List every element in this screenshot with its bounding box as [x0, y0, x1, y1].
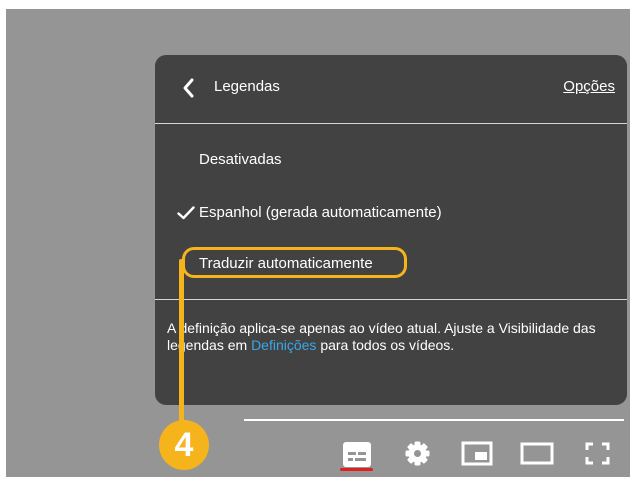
menu-item-label: Desativadas: [199, 151, 282, 168]
subtitles-menu: Legendas Opções Desativadas Espanhol (ge…: [155, 55, 627, 405]
gear-icon: [405, 441, 430, 466]
footer-divider: [155, 299, 627, 300]
settings-button[interactable]: [404, 440, 431, 467]
chevron-left-icon: [183, 78, 194, 98]
subtitles-button[interactable]: [341, 439, 373, 470]
mini-player-button[interactable]: [461, 441, 493, 466]
fullscreen-icon: [585, 442, 610, 465]
options-link[interactable]: Opções: [563, 77, 615, 97]
fullscreen-button[interactable]: [585, 442, 610, 465]
menu-item-label: Traduzir automaticamente: [199, 255, 373, 272]
settings-link[interactable]: Definições: [251, 337, 316, 353]
info-text: A definição aplica-se apenas ao vídeo at…: [167, 320, 615, 354]
menu-title: Legendas: [214, 78, 280, 95]
subtitles-icon: [343, 442, 371, 467]
theater-mode-button[interactable]: [520, 441, 554, 466]
step-number-badge: 4: [159, 420, 209, 470]
check-icon: [177, 206, 195, 220]
header-divider: [155, 123, 627, 124]
subtitles-active-indicator: [340, 468, 373, 471]
back-button[interactable]: [177, 75, 201, 101]
menu-item-spanish-auto[interactable]: Espanhol (gerada automaticamente): [155, 196, 627, 230]
progress-bar[interactable]: [244, 419, 624, 421]
menu-item-label: Espanhol (gerada automaticamente): [199, 204, 442, 221]
theater-icon: [520, 442, 554, 465]
menu-item-off[interactable]: Desativadas: [155, 143, 627, 177]
info-text-end: para todos os vídeos.: [316, 337, 455, 353]
mini-player-icon: [461, 441, 493, 466]
menu-item-auto-translate[interactable]: Traduzir automaticamente: [155, 247, 627, 281]
menu-header: Legendas Opções: [155, 55, 627, 123]
